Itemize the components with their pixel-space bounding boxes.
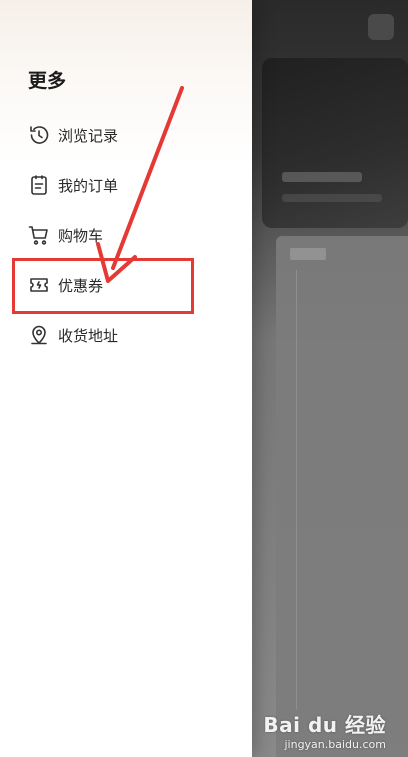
order-list-icon	[26, 172, 52, 198]
menu-item-label: 收货地址	[58, 326, 119, 345]
history-icon	[26, 122, 52, 148]
menu-item-label: 购物车	[58, 226, 104, 245]
menu-item-label: 我的订单	[58, 176, 119, 195]
menu-item-label: 浏览记录	[58, 126, 119, 145]
menu-item-cart[interactable]: 购物车	[26, 215, 226, 255]
cart-icon	[26, 222, 52, 248]
background-banner-card	[262, 58, 408, 228]
annotation-highlight-box	[12, 258, 194, 314]
background-divider	[296, 270, 297, 710]
drawer-title: 更多	[28, 70, 67, 92]
menu-item-orders[interactable]: 我的订单	[26, 165, 226, 205]
watermark-brand: Bai du 经验	[263, 713, 386, 737]
background-banner-subtitle	[282, 194, 382, 202]
location-pin-icon	[26, 322, 52, 348]
watermark-url: jingyan.baidu.com	[284, 738, 386, 751]
menu-item-address[interactable]: 收货地址	[26, 315, 226, 355]
menu-item-history[interactable]: 浏览记录	[26, 115, 226, 155]
background-menu-icon	[368, 14, 394, 40]
background-banner-title	[282, 172, 362, 182]
background-tag	[290, 248, 326, 260]
watermark: Bai du 经验 jingyan.baidu.com	[263, 709, 386, 751]
more-drawer: 更多 浏览记录 我的订单 购物车 优惠券 收货地址	[0, 0, 252, 757]
